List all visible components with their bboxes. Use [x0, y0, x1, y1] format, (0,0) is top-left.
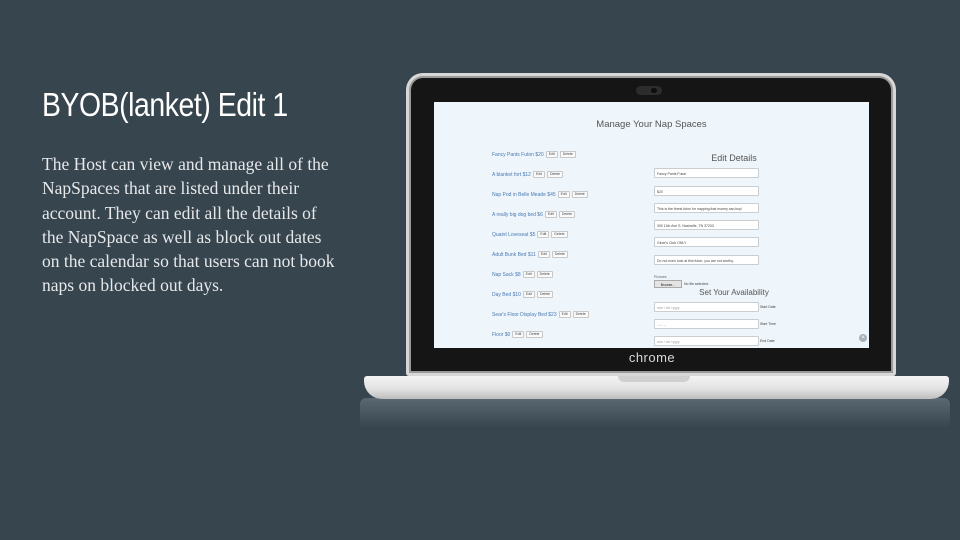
list-item: Nap Pod in Belle Meade $45 Edit Delete [492, 191, 588, 198]
end-date-label: End Date [760, 339, 775, 343]
start-date-label: Start Date [760, 305, 776, 309]
list-item: Nap Sack $8 Edit Delete [492, 271, 553, 278]
nap-space-link[interactable]: A blanket fort $12 [492, 172, 531, 178]
description-field[interactable]: This is the finest futon for napping tha… [654, 203, 759, 213]
close-icon[interactable]: × [859, 334, 867, 342]
nap-space-link[interactable]: A really big dog bed $6 [492, 212, 543, 218]
nap-space-link[interactable]: Quaint Loveseat $5 [492, 232, 535, 238]
availability-heading: Set Your Availability [699, 288, 769, 297]
slide-title: BYOB(lanket) Edit 1 [42, 86, 288, 123]
name-field[interactable]: Fancy Pants Futon [654, 168, 759, 178]
delete-button[interactable]: Delete [536, 271, 553, 278]
list-item: A blanket fort $12 Edit Delete [492, 171, 564, 178]
pictures-label: Pictures [654, 275, 667, 279]
nap-space-link[interactable]: Nap Pod in Belle Meade $45 [492, 192, 556, 198]
note-field[interactable]: Do not even look at this futon, you are … [654, 255, 759, 265]
nap-space-link[interactable]: Fancy Pants Futon $20 [492, 152, 544, 158]
delete-button[interactable]: Delete [536, 291, 554, 298]
edit-button[interactable]: Edit [512, 331, 525, 338]
edit-button[interactable]: Edit [537, 251, 550, 258]
camera-lens [651, 88, 657, 93]
device-brand: chrome [628, 350, 676, 365]
list-item: Floor $0 Edit Delete [492, 331, 543, 338]
list-item: Fancy Pants Futon $20 Edit Delete [492, 151, 576, 158]
edit-button[interactable]: Edit [558, 311, 571, 318]
list-item: Sear's Floor Display Bed $23 Edit Delete [492, 311, 589, 318]
delete-button[interactable]: Delete [551, 251, 568, 258]
camera-icon [636, 86, 662, 95]
end-date-input[interactable]: mm / dd / yyyy [654, 336, 759, 346]
laptop-reflection [360, 398, 950, 428]
nap-space-link[interactable]: Day Bed $10 [492, 292, 521, 298]
delete-button[interactable]: Delete [551, 231, 568, 238]
edit-button[interactable]: Edit [522, 291, 535, 298]
edit-button[interactable]: Edit [522, 271, 535, 278]
nap-space-link[interactable]: Floor $0 [492, 332, 510, 338]
nap-space-link[interactable]: Adult Bunk Bed $11 [492, 252, 536, 258]
edit-button[interactable]: Edit [537, 231, 550, 238]
delete-button[interactable]: Delete [559, 151, 576, 158]
list-item: Quaint Loveseat $5 Edit Delete [492, 231, 568, 238]
edit-button[interactable]: Edit [557, 191, 570, 198]
laptop-hinge-notch [618, 376, 690, 382]
start-time-label: Start Time [760, 322, 776, 326]
list-item: A really big dog bed $6 Edit Delete [492, 211, 576, 218]
page-title: Manage Your Nap Spaces [596, 119, 707, 130]
price-field[interactable]: $20 [654, 186, 759, 196]
browse-button[interactable]: Browse... [654, 280, 682, 288]
edit-button[interactable]: Edit [532, 171, 545, 178]
edit-button[interactable]: Edit [545, 151, 558, 158]
address-field[interactable]: 300 11th Ave S. Nashville, TN 37203 [654, 220, 759, 230]
edit-button[interactable]: Edit [544, 211, 557, 218]
edit-details-heading: Edit Details [711, 153, 757, 163]
nap-space-link[interactable]: Nap Sack $8 [492, 272, 521, 278]
delete-button[interactable]: Delete [572, 311, 589, 318]
list-item: Day Bed $10 Edit Delete [492, 291, 554, 298]
nap-space-link[interactable]: Sear's Floor Display Bed $23 [492, 312, 557, 318]
start-time-input[interactable]: --:-- -- [654, 319, 759, 329]
app-screen: Manage Your Nap Spaces Fancy Pants Futon… [434, 102, 869, 348]
delete-button[interactable]: Delete [571, 191, 588, 198]
restriction-field[interactable]: Giner's Club ONLY [654, 237, 759, 247]
slide-body-text: The Host can view and manage all of the … [42, 154, 335, 296]
delete-button[interactable]: Delete [558, 211, 576, 218]
no-file-text: No file selected. [684, 282, 709, 286]
list-item: Adult Bunk Bed $11 Edit Delete [492, 251, 568, 258]
delete-button[interactable]: Delete [526, 331, 543, 338]
delete-button[interactable]: Delete [546, 171, 564, 178]
start-date-input[interactable]: mm / dd / yyyy [654, 302, 759, 312]
